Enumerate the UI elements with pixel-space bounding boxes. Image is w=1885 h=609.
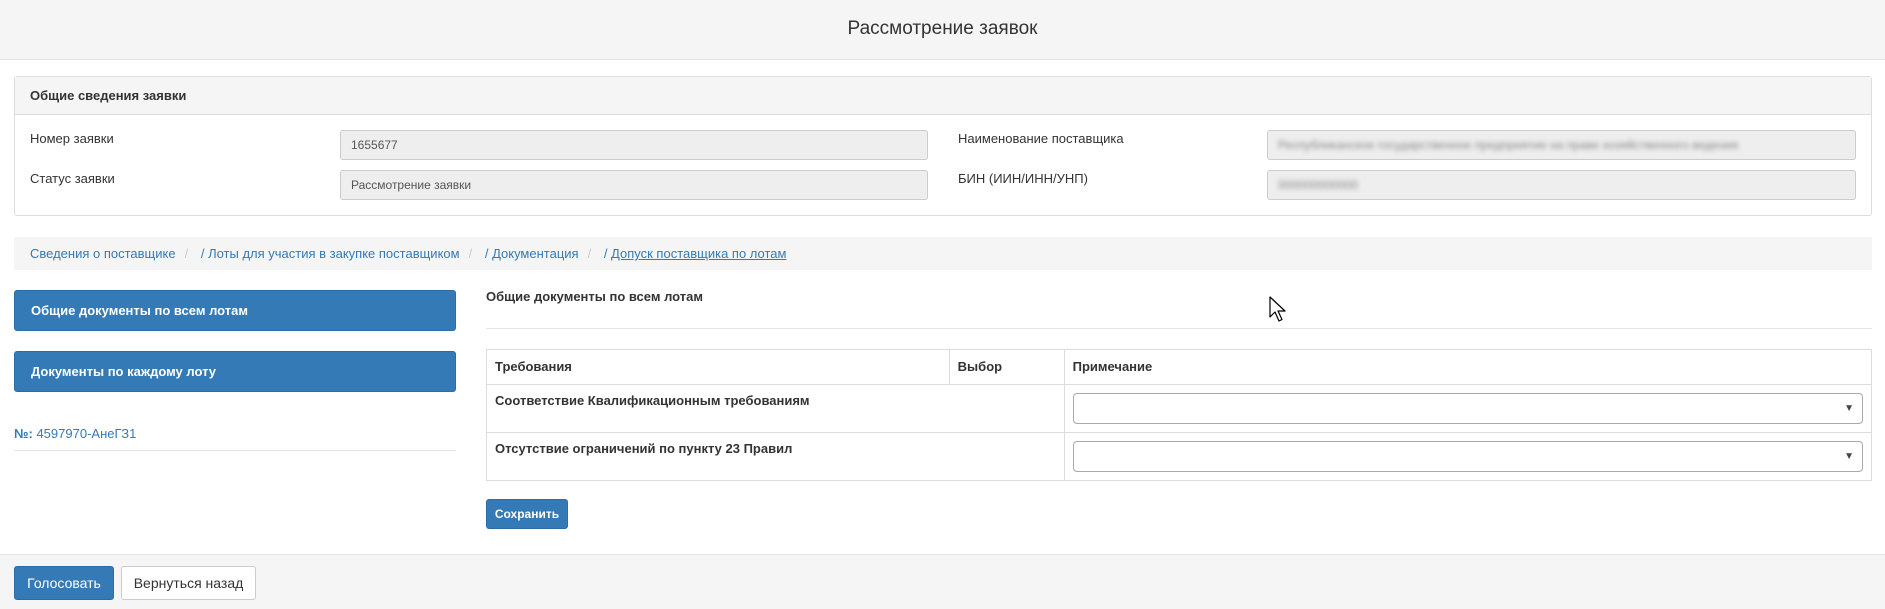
choice-select[interactable]: ▼ — [1072, 441, 1863, 472]
common-docs-button[interactable]: Общие документы по всем лотам — [14, 290, 456, 331]
note-cell: ▼ — [1063, 384, 1873, 433]
breadcrumb-separator: / — [184, 246, 189, 261]
choice-select[interactable]: ▼ — [1072, 393, 1863, 424]
column-header-note: Примечание — [1063, 349, 1873, 385]
table-row: Отсутствие ограничений по пункту 23 Прав… — [486, 432, 1873, 481]
chevron-down-icon: ▼ — [1844, 451, 1854, 462]
breadcrumb-supplier-info[interactable]: Сведения о поставщике — [30, 246, 176, 261]
status-label: Статус заявки — [30, 171, 115, 186]
breadcrumb-lots[interactable]: Лоты для участия в закупке поставщиком — [208, 246, 460, 261]
breadcrumb-admission[interactable]: Допуск поставщика по лотам — [611, 246, 786, 261]
supplier-name-value: Республиканское государственное предприя… — [1278, 138, 1739, 152]
requirement-cell: Отсутствие ограничений по пункту 23 Прав… — [486, 432, 1065, 481]
page-title: Рассмотрение заявок — [847, 18, 1038, 39]
per-lot-docs-button[interactable]: Документы по каждому лоту — [14, 351, 456, 392]
app-number-label: Номер заявки — [30, 131, 114, 146]
bin-value: 000000000000 — [1278, 178, 1359, 192]
app-number-field[interactable]: 1655677 — [340, 130, 928, 160]
column-header-requirements: Требования — [486, 349, 950, 385]
supplier-name-label: Наименование поставщика — [958, 131, 1124, 146]
chevron-down-icon: ▼ — [1844, 403, 1854, 414]
status-field[interactable]: Рассмотрение заявки — [340, 170, 928, 200]
breadcrumb-slash: / — [200, 246, 209, 261]
bin-label: БИН (ИИН/ИНН/УНП) — [958, 171, 1088, 186]
table-row: Соответствие Квалификационным требования… — [486, 384, 1873, 433]
breadcrumb-documentation[interactable]: Документация — [492, 246, 579, 261]
back-button[interactable]: Вернуться назад — [121, 566, 256, 600]
breadcrumb: Сведения о поставщике / / Лоты для участи… — [14, 237, 1872, 270]
breadcrumb-separator: / — [468, 246, 473, 261]
bin-field[interactable]: 000000000000 — [1267, 170, 1856, 200]
save-button[interactable]: Сохранить — [486, 499, 568, 529]
general-info-heading: Общие сведения заявки — [15, 77, 1871, 115]
lot-prefix: №: — [14, 426, 33, 441]
requirements-table: Требования Выбор Примечание Соответствие… — [486, 349, 1873, 481]
page-header: Рассмотрение заявок — [0, 0, 1885, 60]
footer-bar — [0, 554, 1885, 609]
section-divider — [486, 328, 1872, 329]
breadcrumb-separator: / — [587, 246, 592, 261]
requirement-cell: Соответствие Квалификационным требования… — [486, 384, 1065, 433]
supplier-name-field[interactable]: Республиканское государственное предприя… — [1267, 130, 1856, 160]
breadcrumb-slash: / — [484, 246, 493, 261]
lot-number: 4597970-АнеГЗ1 — [36, 426, 137, 441]
note-cell: ▼ — [1063, 432, 1873, 481]
section-title: Общие документы по всем лотам — [486, 289, 703, 304]
breadcrumb-slash: / — [603, 246, 612, 261]
column-header-choice: Выбор — [948, 349, 1065, 385]
lot-link[interactable]: №: 4597970-АнеГЗ1 — [14, 426, 456, 451]
table-header-row: Требования Выбор Примечание — [486, 349, 1873, 385]
mouse-cursor-icon — [1269, 296, 1286, 322]
vote-button[interactable]: Голосовать — [14, 566, 114, 600]
